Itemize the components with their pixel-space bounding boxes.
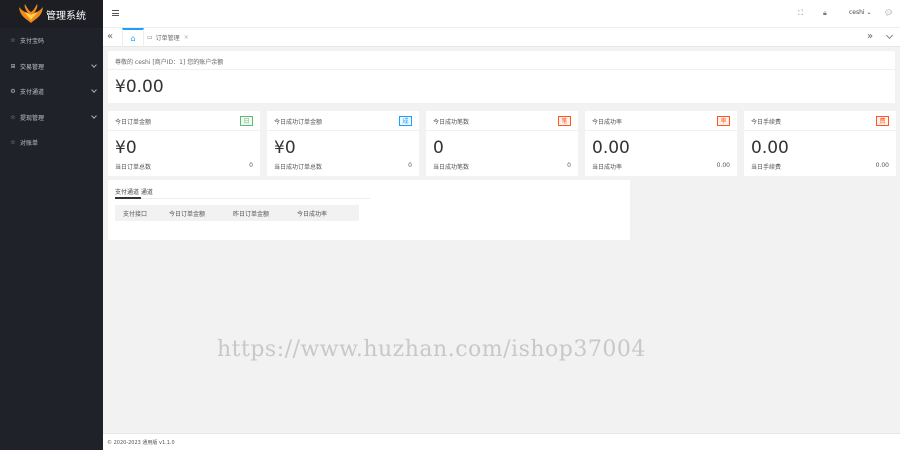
tab-channels[interactable]: 支付通道 通道	[115, 187, 153, 196]
footer-copyright: © 2020-2023 通用版 v1.1.0	[107, 440, 175, 446]
star-icon: ☆	[10, 113, 16, 121]
card-value: ¥0	[115, 138, 137, 158]
sidebar: 管理系统 ☆ 支付宝码 ⊞ 交易管理 ⚙ 支付通道 ☆ 提现管理 ☆ 对账单	[0, 0, 103, 450]
sidebar-item-statements[interactable]: ☆ 对账单	[0, 130, 103, 156]
chevron-down-icon: ⌄	[866, 9, 872, 16]
chevron-down-icon[interactable]	[885, 31, 894, 40]
card-value: 0.00	[751, 138, 789, 158]
user-name: ceshi	[849, 9, 865, 16]
card-title: 今日成功笔数	[433, 119, 470, 126]
sidebar-item-transactions[interactable]: ⊞ 交易管理	[0, 54, 103, 80]
tabs-prev-icon[interactable]: «	[107, 31, 113, 42]
card-sub-label: 当日成功笔数	[433, 164, 470, 171]
stat-card-today-order-amount: 今日订单金额 日 ¥0 当日订单总数 0	[108, 111, 260, 176]
card-sub-value: 0.00	[716, 162, 730, 169]
card-badge: 费	[876, 116, 889, 126]
message-icon[interactable]: 💬︎	[884, 9, 893, 17]
menu-toggle-icon[interactable]	[112, 10, 119, 16]
divider	[267, 130, 419, 131]
tab-bar: « ⌂ ▭ 订单管理 × »	[103, 28, 900, 47]
card-title: 今日手续费	[751, 119, 782, 126]
column-header: 昨日订单金额	[233, 210, 270, 218]
sidebar-item-payment-channels[interactable]: ⚙ 支付通道	[0, 79, 103, 105]
sidebar-item-label: 对账单	[20, 140, 39, 148]
star-icon: ☆	[10, 37, 16, 45]
footer: © 2020-2023 通用版 v1.1.0	[103, 433, 900, 450]
column-header: 今日订单金额	[169, 210, 206, 218]
column-header: 今日成功率	[297, 210, 328, 218]
chevron-down-icon	[91, 61, 97, 68]
sidebar-item-label: 支付宝码	[20, 38, 45, 46]
chevron-down-icon	[91, 112, 97, 119]
gear-icon: ⚙	[10, 88, 16, 96]
divider	[426, 130, 578, 131]
stat-card-today-success-rate: 今日成功率 率 0.00 当日成功率 0.00	[585, 111, 737, 176]
card-value: ¥0	[274, 138, 296, 158]
tab-page-icon: ▭	[147, 34, 153, 41]
divider	[108, 130, 260, 131]
tab-order-management[interactable]: ▭ 订单管理 ×	[147, 28, 189, 47]
card-sub-label: 当日成功订单总数	[274, 164, 323, 171]
stat-card-today-fees: 今日手续费 费 0.00 当日手续费 0.00	[744, 111, 896, 176]
column-header: 支付接口	[123, 210, 148, 218]
card-sub-label: 当日手续费	[751, 164, 782, 171]
chevron-down-icon	[91, 87, 97, 93]
sidebar-item-withdrawals[interactable]: ☆ 提现管理	[0, 105, 103, 131]
divider	[585, 130, 737, 131]
balance-panel: 尊敬的 ceshi [商户ID：1] 您的账户余额 ¥0.00	[108, 51, 895, 103]
card-sub-label: 当日成功率	[592, 164, 623, 171]
fullscreen-icon[interactable]: ⛶	[798, 9, 803, 18]
sidebar-item-label: 提现管理	[20, 114, 45, 122]
card-value: 0.00	[592, 138, 630, 158]
lock-icon[interactable]: 🔒︎	[823, 9, 827, 18]
balance-amount: ¥0.00	[115, 77, 164, 97]
card-title: 今日成功率	[592, 119, 623, 126]
card-sub-value: 0.00	[875, 162, 889, 169]
card-badge: 笔	[558, 116, 571, 126]
card-sub-value: 0	[249, 162, 253, 169]
sidebar-item-label: 支付通道	[20, 89, 45, 97]
card-badge: 率	[717, 116, 730, 126]
top-header: ⛶ 🔒︎ ceshi ⌄ 💬︎	[103, 0, 900, 28]
watermark: https://www.huzhan.com/ishop37004	[217, 337, 646, 362]
close-icon[interactable]: ×	[184, 34, 189, 41]
app-title: 管理系统	[46, 10, 86, 22]
home-icon[interactable]: ⌂	[122, 28, 144, 47]
divider	[108, 69, 895, 70]
divider	[744, 130, 896, 131]
divider	[115, 198, 370, 199]
sidebar-menu: ☆ 支付宝码 ⊞ 交易管理 ⚙ 支付通道 ☆ 提现管理 ☆ 对账单	[0, 28, 103, 156]
stat-card-today-success-count: 今日成功笔数 笔 0 当日成功笔数 0	[426, 111, 578, 176]
tabs-next-icon[interactable]: »	[867, 31, 873, 42]
sidebar-item-alipay-code[interactable]: ☆ 支付宝码	[0, 28, 103, 54]
card-badge: 日	[240, 116, 253, 126]
star-icon: ☆	[10, 139, 16, 147]
card-sub-label: 当日订单总数	[115, 164, 152, 171]
balance-label: 尊敬的 ceshi [商户ID：1] 您的账户余额	[115, 59, 224, 66]
card-badge: 成	[399, 116, 412, 126]
card-title: 今日成功订单金额	[274, 119, 323, 126]
card-value: 0	[433, 138, 444, 158]
channel-panel: 支付通道 通道 支付接口 今日订单金额 昨日订单金额 今日成功率	[108, 180, 630, 240]
phoenix-logo-icon	[18, 3, 44, 25]
card-sub-value: 0	[408, 162, 412, 169]
sidebar-item-label: 交易管理	[20, 63, 45, 71]
logo[interactable]: 管理系统	[0, 0, 103, 28]
user-menu[interactable]: ceshi ⌄	[849, 9, 872, 16]
grid-icon: ⊞	[10, 62, 16, 70]
active-tab-indicator	[115, 197, 141, 199]
card-title: 今日订单金额	[115, 119, 152, 126]
card-sub-value: 0	[567, 162, 571, 169]
channel-table-header: 支付接口 今日订单金额 昨日订单金额 今日成功率	[115, 205, 359, 221]
stat-card-today-success-amount: 今日成功订单金额 成 ¥0 当日成功订单总数 0	[267, 111, 419, 176]
tab-label: 订单管理	[155, 35, 180, 42]
